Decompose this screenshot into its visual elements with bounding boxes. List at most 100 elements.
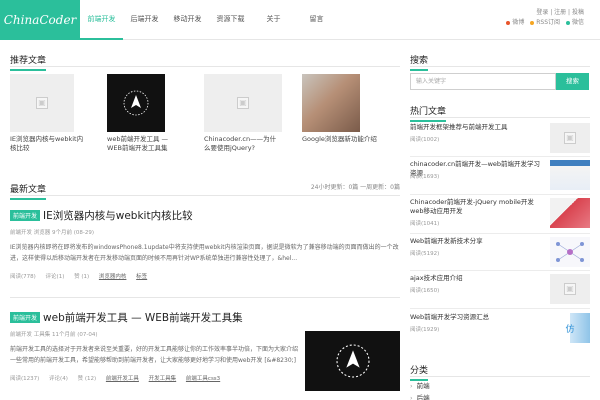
- article-thumbnail[interactable]: [305, 331, 400, 391]
- divider: [410, 233, 590, 234]
- card-thumbnail[interactable]: [107, 74, 165, 132]
- image-placeholder-icon: ▣: [36, 97, 48, 109]
- card-title[interactable]: web前端开发工具 — WEB前端开发工具集: [107, 135, 185, 153]
- hot-article-views: 阅读(1650): [410, 288, 440, 294]
- update-counts: 24小时更新：0篇 一周更新：0篇: [310, 184, 400, 191]
- text-glyph-icon: 仿: [565, 324, 575, 335]
- wechat-link[interactable]: 微信: [565, 19, 584, 26]
- tag-link[interactable]: 前端工具css3: [186, 376, 220, 382]
- hot-article-thumbnail[interactable]: [550, 198, 590, 228]
- hot-article-thumbnail[interactable]: 仿: [550, 313, 590, 343]
- weibo-icon: [506, 20, 511, 25]
- comment-count[interactable]: 评论(4): [49, 376, 68, 382]
- category-tag[interactable]: 前端开发: [10, 312, 41, 323]
- search-button[interactable]: 搜索: [556, 73, 589, 90]
- wechat-label: 微信: [571, 19, 584, 26]
- hot-article-views: 阅读(1693): [410, 174, 440, 180]
- nav-item-mobile[interactable]: 移动开发: [166, 0, 209, 40]
- view-count: 阅读(778): [10, 274, 36, 280]
- nav-item-downloads[interactable]: 资源下载: [209, 0, 252, 40]
- card-thumbnail[interactable]: ▣: [204, 74, 282, 132]
- featured-card[interactable]: Google浏览器新功能介绍: [302, 74, 380, 144]
- article-meta: 前端开发 工具集 11个月前 (07-04): [10, 332, 98, 338]
- site-header: ChinaCoder 前端开发 后端开发 移动开发 资源下载 关于 留言 登录 …: [0, 0, 600, 40]
- tag-link[interactable]: 前端开发工具: [106, 376, 139, 382]
- divider: [410, 66, 590, 67]
- tag-link[interactable]: 浏览器内核: [99, 274, 127, 280]
- comment-count[interactable]: 评论(1): [46, 274, 65, 280]
- hot-article-item[interactable]: ajax技术应用介绍 阅读(1650) ▣: [410, 274, 590, 308]
- category-link[interactable]: 前端: [410, 380, 430, 390]
- main-nav: 前端开发 后端开发 移动开发 资源下载 关于 留言: [80, 0, 338, 40]
- hot-article-title[interactable]: ajax技术应用介绍: [410, 274, 542, 283]
- hot-article-views: 阅读(5192): [410, 251, 440, 257]
- image-placeholder-icon: ▣: [237, 97, 249, 109]
- hot-article-thumbnail[interactable]: [550, 160, 590, 190]
- hot-article-views: 阅读(1929): [410, 327, 440, 333]
- hot-article-item[interactable]: Chinacoder前端开发-jQuery mobile开发web移动应用开发 …: [410, 198, 590, 232]
- tag-link[interactable]: 标签: [136, 274, 147, 280]
- hot-article-item[interactable]: Web前端开发新技术分享 阅读(5192): [410, 237, 590, 271]
- hot-article-title[interactable]: 前端开发框架推荐与前端开发工具: [410, 123, 542, 132]
- weibo-link[interactable]: 微博: [506, 19, 524, 26]
- hot-article-views: 阅读(1002): [410, 137, 440, 143]
- nav-item-frontend[interactable]: 前端开发: [80, 0, 123, 40]
- featured-heading: 推荐文章: [10, 53, 47, 71]
- hot-article-thumbnail[interactable]: [550, 237, 590, 267]
- hot-article-item[interactable]: Web前端开发学习资源汇总 阅读(1929) 仿: [410, 313, 590, 347]
- spaceship-logo-icon: [335, 344, 370, 378]
- category-tag[interactable]: 前端开发: [10, 210, 41, 221]
- social-links: 微博 RSS订阅 微信: [502, 18, 584, 28]
- article-item: 前端开发 web前端开发工具 — WEB前端开发工具集 前端开发 工具集 11个月…: [10, 310, 300, 382]
- login-register-links[interactable]: 登录 | 注册 | 投稿: [502, 8, 584, 18]
- weibo-label: 微博: [512, 19, 525, 26]
- article-header: 前端开发 web前端开发工具 — WEB前端开发工具集: [10, 310, 300, 325]
- featured-card[interactable]: web前端开发工具 — WEB前端开发工具集: [107, 74, 185, 153]
- card-thumbnail[interactable]: [302, 74, 360, 132]
- hot-article-title[interactable]: Web前端开发新技术分享: [410, 237, 542, 246]
- nav-item-about[interactable]: 关于: [252, 0, 295, 40]
- nav-item-guestbook[interactable]: 留言: [295, 0, 338, 40]
- wechat-icon: [565, 20, 570, 25]
- featured-card[interactable]: ▣ Chinacoder.cn——为什么要使用jQuery?: [204, 74, 282, 153]
- hot-article-thumbnail[interactable]: ▣: [550, 123, 590, 153]
- hot-article-item[interactable]: chinacoder.cn前端开发—web前端开发学习资源 阅读(1693): [410, 160, 590, 194]
- nav-item-backend[interactable]: 后端开发: [123, 0, 166, 40]
- tag-link[interactable]: 开发工具集: [149, 376, 177, 382]
- card-thumbnail[interactable]: ▣: [10, 74, 74, 132]
- hot-article-item[interactable]: 前端开发框架推荐与前端开发工具 阅读(1002) ▣: [410, 123, 590, 157]
- site-logo[interactable]: ChinaCoder: [0, 0, 80, 40]
- divider: [410, 194, 590, 195]
- card-title[interactable]: Google浏览器新功能介绍: [302, 135, 380, 144]
- article-title[interactable]: web前端开发工具 — WEB前端开发工具集: [43, 312, 243, 324]
- hot-article-title[interactable]: Chinacoder前端开发-jQuery mobile开发web移动应用开发: [410, 198, 542, 216]
- like-button[interactable]: 赞 (12): [78, 376, 97, 382]
- divider: [10, 195, 400, 196]
- divider: [10, 66, 400, 67]
- article-item: 前端开发 IE浏览器内核与webkit内核比较 前端开发 浏览器 9个月前 (08…: [10, 208, 400, 280]
- card-title[interactable]: IE浏览器内核与webkit内核比较: [10, 135, 88, 153]
- card-title[interactable]: Chinacoder.cn——为什么要使用jQuery?: [204, 135, 282, 153]
- article-title[interactable]: IE浏览器内核与webkit内核比较: [43, 210, 193, 222]
- divider: [410, 270, 590, 271]
- hot-heading: 热门文章: [410, 104, 447, 122]
- search-input[interactable]: 输入关键字: [410, 73, 556, 90]
- image-placeholder-icon: ▣: [564, 132, 576, 144]
- article-header: 前端开发 IE浏览器内核与webkit内核比较: [10, 208, 400, 223]
- divider: [410, 156, 590, 157]
- mindmap-diagram-icon: [556, 242, 584, 262]
- rss-link[interactable]: RSS订阅: [530, 19, 560, 26]
- article-footer: 阅读(1237) 评论(4) 赞 (12) 前端开发工具 开发工具集 前端工具c…: [10, 374, 300, 382]
- like-button[interactable]: 赞 (1): [74, 274, 89, 280]
- hot-article-thumbnail[interactable]: ▣: [550, 274, 590, 304]
- category-heading: 分类: [410, 363, 429, 381]
- latest-heading: 最新文章: [10, 182, 47, 200]
- category-link[interactable]: 后端: [410, 392, 430, 400]
- divider: [410, 376, 590, 377]
- divider: [10, 297, 400, 298]
- image-placeholder-icon: ▣: [564, 283, 576, 295]
- divider: [410, 117, 590, 118]
- rss-icon: [530, 20, 535, 25]
- featured-card[interactable]: ▣ IE浏览器内核与webkit内核比较: [10, 74, 88, 153]
- hot-article-title[interactable]: Web前端开发学习资源汇总: [410, 313, 542, 322]
